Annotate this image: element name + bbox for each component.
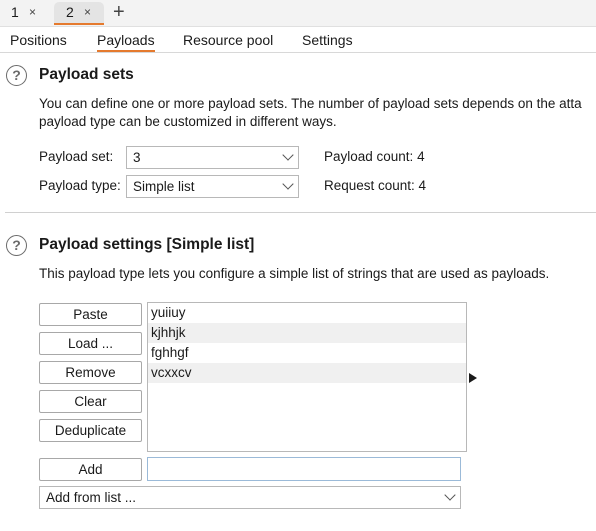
- help-icon[interactable]: ?: [6, 235, 27, 256]
- instance-tab-1[interactable]: 1 ×: [1, 2, 46, 25]
- payload-set-select[interactable]: 3: [126, 146, 299, 169]
- chevron-down-icon: [282, 149, 294, 161]
- payload-sets-description-2: payload type can be customized in differ…: [39, 114, 337, 129]
- sub-tab-bar: Positions Payloads Resource pool Setting…: [0, 28, 596, 53]
- add-payload-input[interactable]: [147, 457, 461, 481]
- payload-set-value: 3: [133, 150, 141, 165]
- close-icon[interactable]: ×: [84, 2, 91, 23]
- chevron-down-icon: [282, 178, 294, 190]
- add-from-list-select[interactable]: Add from list ...: [39, 486, 461, 509]
- payload-sets-heading: Payload sets: [39, 66, 134, 83]
- instance-tab-strip: 1 × 2 × +: [0, 0, 596, 27]
- payload-settings-heading: Payload settings [Simple list]: [39, 236, 255, 253]
- instance-tab-label: 1: [11, 4, 19, 20]
- chevron-down-icon: [444, 489, 456, 501]
- payload-count: Payload count: 4: [324, 149, 425, 164]
- instance-tab-2[interactable]: 2 ×: [54, 2, 104, 25]
- add-tab-icon[interactable]: +: [113, 1, 125, 23]
- add-button[interactable]: Add: [39, 458, 142, 481]
- deduplicate-button[interactable]: Deduplicate: [39, 419, 142, 442]
- load-button[interactable]: Load ...: [39, 332, 142, 355]
- list-item[interactable]: yuiiuy: [148, 303, 466, 323]
- clear-button[interactable]: Clear: [39, 390, 142, 413]
- instance-tab-label: 2: [66, 4, 74, 20]
- payload-type-value: Simple list: [133, 179, 195, 194]
- payload-list[interactable]: yuiiuy kjhhjk fghhgf vcxxcv: [147, 302, 467, 452]
- add-from-list-value: Add from list ...: [46, 490, 137, 505]
- tab-settings[interactable]: Settings: [302, 32, 353, 48]
- tab-positions[interactable]: Positions: [10, 32, 67, 48]
- remove-button[interactable]: Remove: [39, 361, 142, 384]
- list-item[interactable]: kjhhjk: [148, 323, 466, 343]
- payload-type-label: Payload type:: [39, 178, 121, 193]
- paste-button[interactable]: Paste: [39, 303, 142, 326]
- close-icon[interactable]: ×: [29, 2, 36, 23]
- payload-settings-description: This payload type lets you configure a s…: [39, 266, 550, 281]
- section-divider: [5, 212, 596, 213]
- list-item[interactable]: fghhgf: [148, 343, 466, 363]
- tab-payloads[interactable]: Payloads: [97, 32, 155, 52]
- payload-set-label: Payload set:: [39, 149, 114, 164]
- tab-resource-pool[interactable]: Resource pool: [183, 32, 273, 48]
- expand-arrow-icon[interactable]: [469, 373, 477, 383]
- payload-type-select[interactable]: Simple list: [126, 175, 299, 198]
- list-item[interactable]: vcxxcv: [148, 363, 466, 383]
- help-icon[interactable]: ?: [6, 65, 27, 86]
- request-count: Request count: 4: [324, 178, 427, 193]
